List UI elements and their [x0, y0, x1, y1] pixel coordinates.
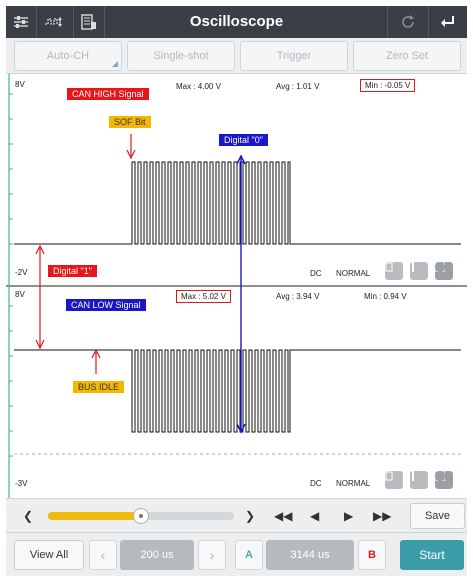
- save-button[interactable]: Save: [410, 503, 465, 529]
- trigger-button[interactable]: Trigger: [240, 41, 348, 71]
- marker-delta-value: 3144 us: [266, 540, 354, 570]
- slider-right-arrow-icon[interactable]: ❯: [242, 499, 258, 533]
- playback-slider-fill: [48, 512, 141, 520]
- control-bar: View All ‹ 200 us › A 3144 us B Start: [6, 532, 467, 576]
- trigger-label: Trigger: [276, 50, 312, 62]
- zero-set-button[interactable]: Zero Set: [353, 41, 461, 71]
- auto-ch-button[interactable]: Auto-CH: [14, 41, 122, 71]
- dropdown-corner-icon: [112, 61, 118, 67]
- waveform-icon[interactable]: [37, 6, 73, 38]
- fast-forward-icon[interactable]: ▶▶: [373, 499, 391, 533]
- playback-bar: ❮ ❯ ◀◀ ◀ ▶ ▶▶ Save: [6, 498, 467, 532]
- ch2-fullscreen-icon[interactable]: [435, 471, 453, 489]
- refresh-icon[interactable]: [388, 6, 428, 38]
- ch1-coupling: DC: [310, 269, 322, 278]
- slider-left-arrow-icon[interactable]: ❮: [20, 499, 36, 533]
- ch2-mode: NORMAL: [336, 479, 371, 488]
- step-forward-icon[interactable]: ▶: [344, 499, 353, 533]
- ch1-min: Min : -0.05 V: [360, 79, 416, 92]
- separator: [104, 6, 105, 38]
- zero-set-label: Zero Set: [385, 50, 429, 62]
- auto-ch-label: Auto-CH: [46, 50, 90, 62]
- ch2-bottom-scale: -3V: [15, 479, 28, 488]
- time-decrease-button[interactable]: ‹: [89, 540, 117, 570]
- back-icon[interactable]: [429, 6, 467, 38]
- axis-ticks: [9, 93, 13, 457]
- save-file-icon[interactable]: [74, 6, 104, 38]
- digital-one-tag: Digital "1": [48, 265, 97, 277]
- time-division-value: 200 us: [120, 540, 194, 570]
- ch2-top-scale: 8V: [15, 290, 25, 299]
- can-high-waveform: [14, 161, 461, 245]
- fast-backward-icon[interactable]: ◀◀: [274, 499, 292, 533]
- title-bar: Oscilloscope: [6, 6, 467, 38]
- ch1-probe-button[interactable]: [410, 262, 428, 280]
- ch2-avg: Avg : 3.94 V: [276, 292, 320, 301]
- single-shot-label: Single-shot: [153, 50, 209, 62]
- ch1-mode: NORMAL: [336, 269, 371, 278]
- ch2-min: Min : 0.94 V: [364, 292, 407, 301]
- ch2-probe-button[interactable]: [410, 471, 428, 489]
- settings-sliders-icon[interactable]: [6, 6, 36, 38]
- single-shot-button[interactable]: Single-shot: [127, 41, 235, 71]
- digital-zero-tag: Digital "0": [219, 134, 268, 146]
- time-increase-button[interactable]: ›: [198, 540, 226, 570]
- ch1-max: Max : 4.00 V: [176, 82, 221, 91]
- ch2-max: Max : 5.02 V: [176, 290, 231, 303]
- sof-bit-tag: SOF Bit: [109, 116, 151, 128]
- bus-idle-tag: BUS IDLE: [73, 381, 125, 393]
- marker-b-button[interactable]: B: [358, 540, 386, 570]
- marker-a-button[interactable]: A: [235, 540, 263, 570]
- playback-slider-knob[interactable]: [133, 508, 149, 524]
- can-low-tag: CAN LOW Signal: [66, 299, 146, 311]
- ch2-coupling: DC: [310, 479, 322, 488]
- scope-display[interactable]: 8V Max : 4.00 V Avg : 1.01 V Min : -0.05…: [6, 74, 467, 498]
- ch1-fullscreen-icon[interactable]: [435, 262, 453, 280]
- ch2-mute-button[interactable]: [385, 471, 403, 489]
- mode-toolbar: Auto-CH Single-shot Trigger Zero Set: [6, 38, 467, 74]
- ch1-bottom-scale: -2V: [15, 268, 28, 277]
- ch1-avg: Avg : 1.01 V: [276, 82, 320, 91]
- ch1-mute-button[interactable]: [385, 262, 403, 280]
- can-high-tag: CAN HIGH Signal: [67, 88, 149, 100]
- ch1-top-scale: 8V: [15, 80, 25, 89]
- step-backward-icon[interactable]: ◀: [310, 499, 319, 533]
- view-all-button[interactable]: View All: [14, 540, 84, 570]
- start-button[interactable]: Start: [400, 540, 464, 570]
